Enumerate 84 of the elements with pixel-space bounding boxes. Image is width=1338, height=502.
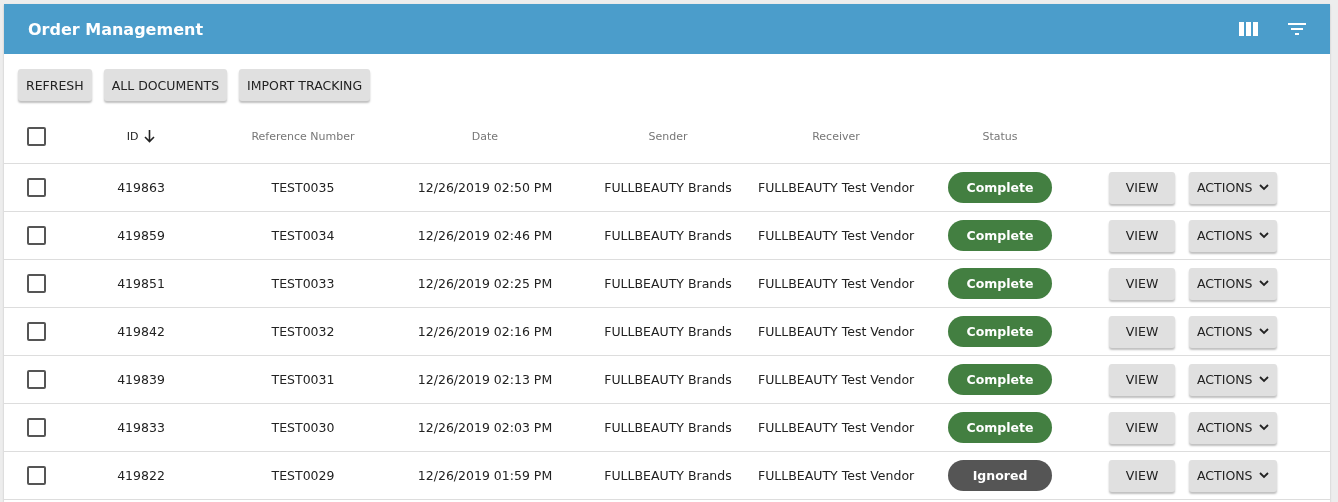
column-header[interactable]: ID — [126, 129, 139, 143]
column-header[interactable]: Receiver — [812, 129, 860, 143]
row-checkbox[interactable] — [26, 418, 46, 437]
sender-cell-text: FULLBEAUTY Brands — [603, 420, 733, 435]
id-cell-text: 419863 — [116, 180, 166, 195]
receiver-cell: FULLBEAUTY Test Vendor — [758, 372, 914, 387]
chevron-down-icon — [1258, 328, 1269, 335]
chevron-down-icon — [1258, 184, 1269, 191]
sender-cell-text: FULLBEAUTY Brands — [603, 324, 733, 339]
id-cell-text: 419839 — [116, 372, 166, 387]
id-cell-text: 419859 — [116, 228, 166, 243]
receiver-cell: FULLBEAUTY Test Vendor — [758, 468, 914, 483]
receiver-cell: FULLBEAUTY Test Vendor — [758, 276, 914, 291]
actions-button[interactable]: ACTIONS — [1189, 171, 1277, 204]
view-button[interactable]: VIEW — [1109, 411, 1175, 444]
receiver-cell: FULLBEAUTY Test Vendor — [758, 180, 914, 195]
arrow-down-icon[interactable] — [144, 129, 156, 143]
row-checkbox[interactable] — [26, 178, 46, 197]
reference-cell-text: TEST0031 — [270, 372, 336, 387]
view-button[interactable]: VIEW — [1109, 267, 1175, 300]
id-cell-text: 419822 — [116, 468, 166, 483]
date-cell-text: 12/26/2019 02:50 PM — [416, 180, 554, 195]
status-badge: Complete — [948, 220, 1052, 251]
column-header[interactable]: Reference Number — [251, 129, 355, 143]
row-checkbox[interactable] — [26, 370, 46, 389]
chevron-down-icon — [1258, 376, 1269, 383]
view-button[interactable]: VIEW — [1109, 219, 1175, 252]
chevron-down-icon — [1258, 280, 1269, 287]
toolbar-button[interactable]: ALL DOCUMENTS — [103, 69, 228, 101]
chevron-down-icon — [1258, 472, 1269, 479]
actions-button[interactable]: ACTIONS — [1189, 267, 1277, 300]
page-title: Order Management — [28, 19, 205, 39]
date-cell-text: 12/26/2019 02:13 PM — [416, 372, 554, 387]
id-cell-text: 419851 — [116, 276, 166, 291]
select-all-checkbox[interactable] — [26, 126, 46, 146]
view-button[interactable]: VIEW — [1109, 363, 1175, 396]
receiver-cell: FULLBEAUTY Test Vendor — [758, 228, 914, 243]
status-badge: Complete — [948, 316, 1052, 347]
reference-cell-text: TEST0029 — [270, 468, 336, 483]
sender-cell-text: FULLBEAUTY Brands — [603, 372, 733, 387]
id-cell-text: 419842 — [116, 324, 166, 339]
status-badge: Complete — [948, 412, 1052, 443]
date-cell-text: 12/26/2019 02:03 PM — [416, 420, 554, 435]
chevron-down-icon — [1258, 424, 1269, 431]
row-checkbox[interactable] — [26, 322, 46, 341]
view-button[interactable]: VIEW — [1109, 459, 1175, 492]
toolbar-button[interactable]: REFRESH — [18, 69, 92, 101]
receiver-cell: FULLBEAUTY Test Vendor — [758, 324, 914, 339]
sender-cell-text: FULLBEAUTY Brands — [603, 180, 733, 195]
reference-cell-text: TEST0034 — [270, 228, 336, 243]
date-cell-text: 12/26/2019 02:46 PM — [416, 228, 554, 243]
column-header[interactable]: Date — [471, 129, 499, 143]
reference-cell-text: TEST0035 — [270, 180, 336, 195]
row-checkbox[interactable] — [26, 226, 46, 245]
sender-cell-text: FULLBEAUTY Brands — [603, 468, 733, 483]
sender-cell-text: FULLBEAUTY Brands — [603, 276, 733, 291]
columns-icon[interactable] — [1239, 22, 1258, 36]
actions-button[interactable]: ACTIONS — [1189, 363, 1277, 396]
chevron-down-icon — [1258, 232, 1269, 239]
status-badge: Complete — [948, 172, 1052, 203]
status-badge: Complete — [948, 268, 1052, 299]
actions-button[interactable]: ACTIONS — [1189, 315, 1277, 348]
status-badge: Ignored — [948, 460, 1052, 491]
actions-button[interactable]: ACTIONS — [1189, 411, 1277, 444]
filter-icon[interactable] — [1288, 23, 1306, 35]
row-checkbox[interactable] — [26, 274, 46, 293]
date-cell-text: 12/26/2019 01:59 PM — [416, 468, 554, 483]
column-header[interactable]: Status — [982, 129, 1018, 143]
reference-cell-text: TEST0033 — [270, 276, 336, 291]
date-cell-text: 12/26/2019 02:25 PM — [416, 276, 554, 291]
actions-button[interactable]: ACTIONS — [1189, 459, 1277, 492]
id-cell-text: 419833 — [116, 420, 166, 435]
view-button[interactable]: VIEW — [1109, 171, 1175, 204]
toolbar-button[interactable]: IMPORT TRACKING — [239, 69, 371, 101]
actions-button[interactable]: ACTIONS — [1189, 219, 1277, 252]
column-header[interactable]: Sender — [648, 129, 688, 143]
status-badge: Complete — [948, 364, 1052, 395]
row-checkbox[interactable] — [26, 466, 46, 485]
sender-cell-text: FULLBEAUTY Brands — [603, 228, 733, 243]
date-cell-text: 12/26/2019 02:16 PM — [416, 324, 554, 339]
view-button[interactable]: VIEW — [1109, 315, 1175, 348]
reference-cell-text: TEST0030 — [270, 420, 336, 435]
receiver-cell: FULLBEAUTY Test Vendor — [758, 420, 914, 435]
reference-cell-text: TEST0032 — [270, 324, 336, 339]
